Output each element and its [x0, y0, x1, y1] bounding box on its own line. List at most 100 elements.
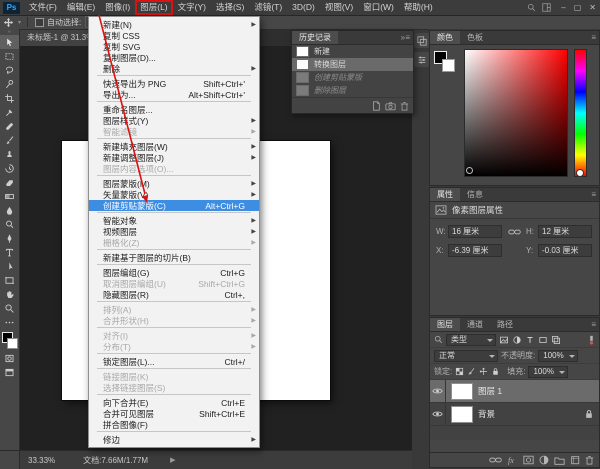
- screen-mode-button[interactable]: [0, 365, 19, 379]
- layer-menu-item[interactable]: 复制 CSS: [89, 30, 259, 41]
- delete-state-icon[interactable]: [400, 101, 409, 111]
- layer-mask-icon[interactable]: [523, 455, 534, 465]
- spot-healing-brush-tool[interactable]: [0, 119, 19, 133]
- quick-mask-button[interactable]: [0, 351, 19, 365]
- adjustment-layer-icon[interactable]: [539, 455, 549, 465]
- layer-row[interactable]: 背景: [430, 403, 599, 426]
- properties-panel-menu-icon[interactable]: ≡: [591, 190, 599, 199]
- tab-swatches[interactable]: 色板: [460, 31, 490, 44]
- rectangular-marquee-tool[interactable]: [0, 49, 19, 63]
- layer-menu-item[interactable]: 创建剪贴蒙版(C)Alt+Ctrl+G: [89, 200, 259, 211]
- hue-slider-handle[interactable]: [576, 169, 584, 177]
- layer-menu-item[interactable]: 拼合图像(F): [89, 419, 259, 430]
- history-state[interactable]: 转换图层: [292, 58, 413, 71]
- type-tool[interactable]: [0, 245, 19, 259]
- new-group-icon[interactable]: [554, 456, 565, 465]
- menubar-item-2[interactable]: 编辑(E): [62, 0, 100, 15]
- lock-all-icon[interactable]: [491, 367, 500, 376]
- adjustment-filter-icon[interactable]: [512, 335, 522, 345]
- height-field[interactable]: 12 厘米: [538, 225, 592, 238]
- collapsed-panel-button-1[interactable]: [414, 33, 429, 48]
- blur-tool[interactable]: [0, 203, 19, 217]
- history-state[interactable]: 删除图层: [292, 84, 413, 97]
- hue-slider-bar[interactable]: [574, 49, 587, 177]
- layer-menu-item[interactable]: 向下合并(E)Ctrl+E: [89, 397, 259, 408]
- layer-menu-item[interactable]: 合并形状(H)▶: [89, 315, 259, 326]
- eyedropper-tool[interactable]: [0, 105, 19, 119]
- blend-mode-dropdown[interactable]: 正常: [434, 350, 498, 362]
- history-panel-menu-icon[interactable]: » ≡: [401, 33, 413, 42]
- delete-layer-icon[interactable]: [585, 455, 594, 465]
- history-state[interactable]: 创建剪贴蒙版: [292, 71, 413, 84]
- menubar-item-7[interactable]: 滤镜(T): [249, 0, 287, 15]
- layer-menu-item[interactable]: 智能滤镜▶: [89, 126, 259, 137]
- eraser-tool[interactable]: [0, 175, 19, 189]
- new-snapshot-icon[interactable]: [385, 101, 396, 111]
- layer-thumbnail[interactable]: [451, 406, 473, 423]
- restore-button[interactable]: ▢: [570, 3, 586, 12]
- layer-menu-item[interactable]: 视频图层▶: [89, 226, 259, 237]
- layer-visibility-eye-icon[interactable]: [430, 380, 446, 402]
- layer-menu-item[interactable]: 新建填充图层(W)▶: [89, 141, 259, 152]
- close-button[interactable]: ✕: [585, 3, 600, 12]
- lasso-tool[interactable]: [0, 63, 19, 77]
- minimize-button[interactable]: –: [557, 3, 569, 12]
- menubar-item-4[interactable]: 图层(L): [135, 0, 172, 15]
- layer-menu-item[interactable]: 快速导出为 PNGShift+Ctrl+': [89, 78, 259, 89]
- search-icon[interactable]: [527, 3, 536, 12]
- width-field[interactable]: 16 厘米: [448, 225, 502, 238]
- layer-menu-item[interactable]: 对齐(I)▶: [89, 330, 259, 341]
- history-state[interactable]: 新建: [292, 45, 413, 58]
- gradient-tool[interactable]: [0, 189, 19, 203]
- x-field[interactable]: -6.39 厘米: [448, 244, 502, 257]
- layer-menu-item[interactable]: 智能对象▶: [89, 215, 259, 226]
- layer-menu-item[interactable]: 删除▶: [89, 63, 259, 74]
- layer-menu-item[interactable]: 新建(N)▶: [89, 19, 259, 30]
- saturation-brightness-field[interactable]: [464, 49, 568, 177]
- layer-menu-item[interactable]: 链接图层(K): [89, 371, 259, 382]
- menubar-item-1[interactable]: 文件(F): [24, 0, 62, 15]
- menubar-item-5[interactable]: 文字(Y): [173, 0, 211, 15]
- lock-paint-icon[interactable]: [467, 367, 476, 376]
- layer-filter-dropdown[interactable]: 类型: [446, 334, 496, 346]
- lock-position-icon[interactable]: [479, 367, 488, 376]
- shape-filter-icon[interactable]: [538, 335, 548, 345]
- layer-thumbnail[interactable]: [451, 383, 473, 400]
- background-swatch[interactable]: [7, 338, 18, 349]
- layer-menu-item[interactable]: 矢量蒙版(V)▶: [89, 189, 259, 200]
- color-panel-menu-icon[interactable]: ≡: [591, 33, 599, 42]
- fill-dropdown[interactable]: 100%: [528, 366, 568, 378]
- layer-style-icon[interactable]: fx: [507, 455, 518, 465]
- tab-history[interactable]: 历史记录: [292, 31, 338, 44]
- history-brush-tool[interactable]: [0, 161, 19, 175]
- clone-stamp-tool[interactable]: [0, 147, 19, 161]
- layer-menu-item[interactable]: 图层样式(Y)▶: [89, 115, 259, 126]
- layer-menu-item[interactable]: 复制图层(D)...: [89, 52, 259, 63]
- tab-layers[interactable]: 图层: [430, 318, 460, 331]
- layer-menu-item[interactable]: 新建调整图层(J)▶: [89, 152, 259, 163]
- layer-menu-item[interactable]: 图层内容选项(O)...: [89, 163, 259, 174]
- dodge-tool[interactable]: [0, 217, 19, 231]
- menubar-item-11[interactable]: 帮助(H): [399, 0, 438, 15]
- pen-tool[interactable]: [0, 231, 19, 245]
- quick-selection-tool[interactable]: [0, 77, 19, 91]
- layer-menu-item[interactable]: 取消图层编组(U)Shift+Ctrl+G: [89, 278, 259, 289]
- menubar-item-8[interactable]: 3D(D): [287, 0, 320, 15]
- move-tool[interactable]: [0, 35, 19, 49]
- tool-preset-arrow[interactable]: ▾: [18, 19, 21, 26]
- menubar-item-3[interactable]: 图像(I): [100, 0, 135, 15]
- link-dimensions-icon[interactable]: [505, 228, 523, 236]
- layer-menu-item[interactable]: 栅格化(Z)▶: [89, 237, 259, 248]
- rectangle-tool[interactable]: [0, 273, 19, 287]
- zoom-level[interactable]: 33.33%: [28, 456, 55, 465]
- layer-visibility-eye-icon[interactable]: [430, 403, 446, 425]
- tab-properties[interactable]: 属性: [430, 188, 460, 201]
- layer-menu-item[interactable]: 选择链接图层(S): [89, 382, 259, 393]
- lock-transparent-icon[interactable]: [455, 367, 464, 376]
- color-field-marker[interactable]: [466, 167, 473, 174]
- tab-channels[interactable]: 通道: [460, 318, 490, 331]
- new-doc-from-state-icon[interactable]: [371, 101, 381, 111]
- layer-menu-item[interactable]: 图层蒙版(M)▶: [89, 178, 259, 189]
- new-layer-icon[interactable]: [570, 455, 580, 465]
- layer-menu-item[interactable]: 分布(T)▶: [89, 341, 259, 352]
